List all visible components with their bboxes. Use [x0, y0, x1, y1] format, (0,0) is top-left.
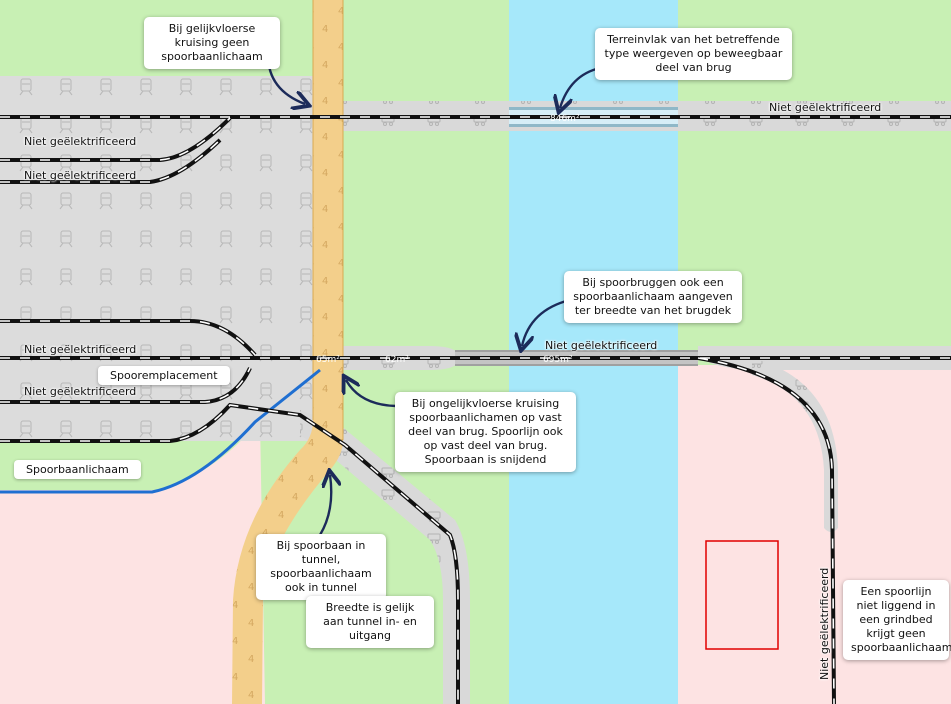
label-spooremplacement: Spooremplacement: [98, 366, 230, 385]
label-niet-3: Niet geëlektrificeerd: [24, 343, 137, 356]
callout-grindbed: Een spoorlijn niet liggend in een grindb…: [843, 580, 951, 660]
label-niet-4: Niet geëlektrificeerd: [24, 385, 137, 398]
callout-spoorbruggen: Bij spoorbruggen ook een spoorbaanlichaa…: [564, 271, 742, 323]
area-text-mid: 62m²: [385, 355, 409, 365]
callout-tunnel: Bij spoorbaan in tunnel, spoorbaanlichaa…: [256, 534, 386, 600]
area-text-top-bridge: 846m²: [550, 114, 580, 124]
area-text-road-bridge: 65m²: [316, 355, 340, 365]
label-niet-vertical: Niet geëlektrificeerd: [818, 567, 831, 680]
callout-breedte: Breedte is gelijk aan tunnel in- en uitg…: [306, 596, 434, 648]
label-niet-2: Niet geëlektrificeerd: [24, 169, 137, 182]
label-niet-1: Niet geëlektrificeerd: [24, 135, 137, 148]
callout-gelijkvloers: Bij gelijkvloerse kruising geen spoorbaa…: [144, 17, 280, 69]
label-niet-top-right: Niet geëlektrificeerd: [769, 101, 882, 114]
callout-terreinvlak: Terreinvlak van het betreffende type wee…: [595, 28, 792, 80]
label-niet-bridge: Niet geëlektrificeerd: [545, 339, 658, 352]
callout-ongelijkvloers: Bij ongelijkvloerse kruising spoorbaanli…: [395, 392, 576, 472]
label-spoorbaanlichaam: Spoorbaanlichaam: [14, 460, 141, 479]
area-text-bridge: 695m²: [543, 355, 573, 365]
